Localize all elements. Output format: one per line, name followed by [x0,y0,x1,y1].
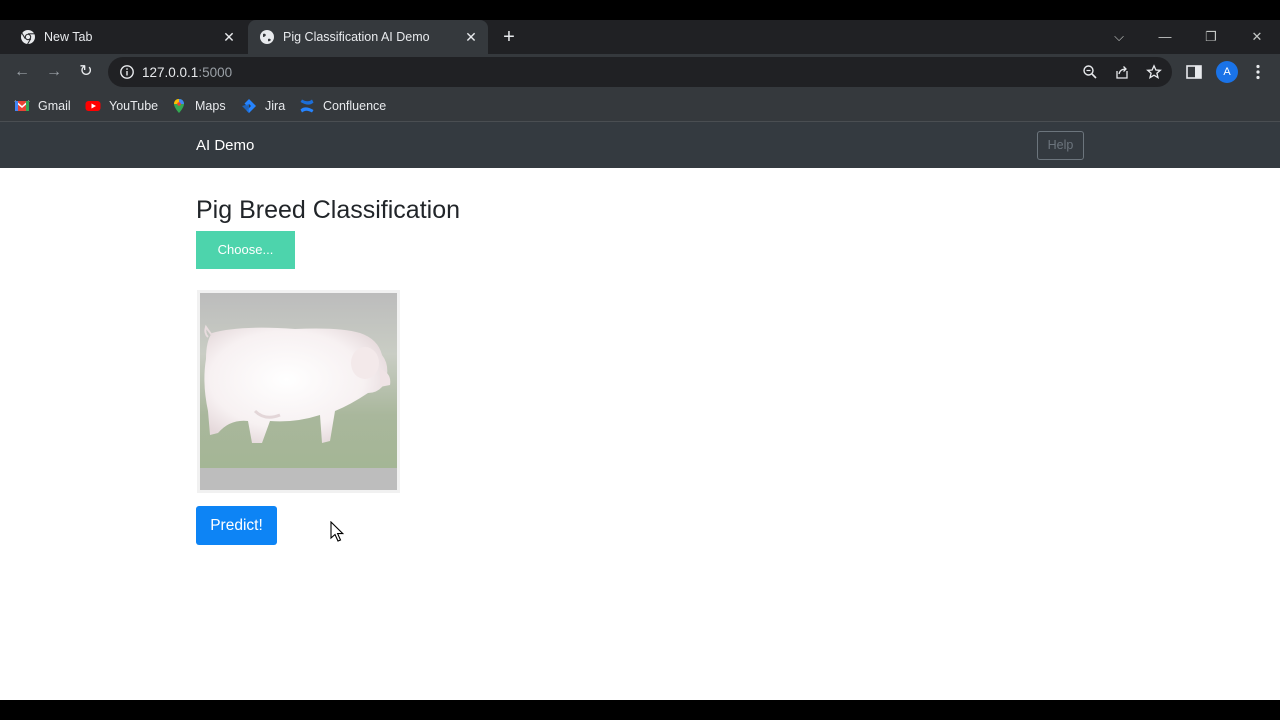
bookmark-label: Gmail [38,99,71,113]
choose-file-button[interactable]: Choose... [196,231,295,269]
bookmark-maps[interactable]: Maps [171,97,226,115]
profile-avatar[interactable]: A [1216,61,1238,83]
bookmark-label: YouTube [109,99,159,113]
tab-title: New Tab [44,30,93,44]
side-panel-icon[interactable] [1185,63,1203,81]
web-page: AI Demo Help Pig Breed Classification Ch… [0,122,1280,700]
window-close-icon[interactable]: ✕ [1246,26,1268,48]
gmail-icon [14,100,30,111]
jira-icon [242,99,256,113]
maps-icon [174,99,184,113]
bookmark-youtube[interactable]: YouTube [85,97,158,115]
address-bar[interactable]: 127.0.0.1:5000 [108,57,1172,87]
bookmark-confluence[interactable]: Confluence [299,97,386,115]
bookmark-label: Maps [195,99,226,113]
tab-search-chevron-icon[interactable]: ⌵ [1108,26,1130,48]
bookmarks-bar: Gmail YouTube Maps Jira Confluence [0,90,1280,122]
help-button[interactable]: Help [1037,131,1084,160]
forward-arrow-icon[interactable]: → [43,61,65,83]
bookmark-star-icon[interactable] [1146,64,1162,80]
kebab-menu-icon[interactable] [1249,63,1267,81]
bookmark-jira[interactable]: Jira [241,97,285,115]
close-tab-icon[interactable]: ✕ [220,28,238,46]
reload-icon[interactable]: ↻ [75,61,97,83]
site-info-icon[interactable] [119,64,135,80]
minimize-icon[interactable]: — [1154,26,1176,48]
tab-pig-classification[interactable]: Pig Classification AI Demo ✕ [248,20,488,54]
bookmark-gmail[interactable]: Gmail [14,97,71,115]
new-tab-plus-icon[interactable]: + [498,26,520,48]
app-navbar: AI Demo Help [0,122,1280,168]
page-title: Pig Breed Classification [196,196,461,224]
browser-toolbar: ← → ↻ 127.0.0.1:5000 A [0,54,1280,90]
bookmark-label: Confluence [323,99,387,113]
globe-icon [260,30,274,44]
share-icon[interactable] [1114,64,1130,80]
zoom-icon[interactable] [1082,64,1098,80]
navbar-brand[interactable]: AI Demo [196,137,254,154]
mouse-pointer-icon [330,521,344,542]
tab-new-tab[interactable]: New Tab ✕ [0,20,246,54]
browser-chrome: New Tab ✕ Pig Classification AI Demo ✕ +… [0,20,1280,122]
tab-strip: New Tab ✕ Pig Classification AI Demo ✕ +… [0,20,1280,54]
bookmark-label: Jira [265,99,286,113]
tab-title: Pig Classification AI Demo [283,30,430,44]
back-arrow-icon[interactable]: ← [11,61,33,83]
pig-photo [200,293,397,490]
url-port: :5000 [198,65,233,80]
chrome-icon [21,30,35,45]
url-text[interactable]: 127.0.0.1:5000 [142,65,232,80]
youtube-icon [85,101,101,111]
restore-icon[interactable]: ❐ [1200,26,1222,48]
predict-button[interactable]: Predict! [196,506,277,545]
confluence-icon [300,99,314,113]
image-preview [197,290,400,493]
url-host: 127.0.0.1 [142,65,199,80]
screen: New Tab ✕ Pig Classification AI Demo ✕ +… [0,0,1280,720]
close-tab-icon[interactable]: ✕ [462,28,480,46]
